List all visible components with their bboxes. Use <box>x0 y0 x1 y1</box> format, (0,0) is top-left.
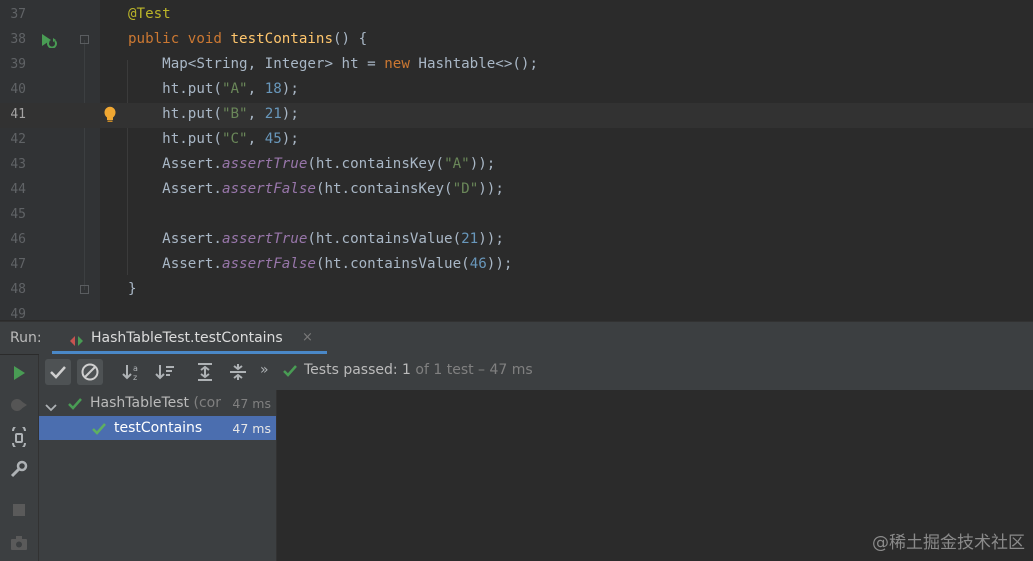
run-tab[interactable]: HashTableTest.testContains × <box>52 322 327 354</box>
code-text: ht.put("A", 18); <box>162 81 299 97</box>
line-number: 45 <box>10 207 26 222</box>
stop-icon[interactable] <box>9 500 29 520</box>
line-number: 37 <box>10 7 26 22</box>
check-icon <box>282 363 298 383</box>
line-number: 49 <box>10 307 26 320</box>
tree-row-testContains[interactable]: testContains 47 ms <box>39 416 276 440</box>
line-number: 47 <box>10 257 26 272</box>
code-text: @Test <box>128 6 171 22</box>
test-status: Tests passed: 1 of 1 test – 47 ms <box>304 362 533 378</box>
toggle-icon[interactable] <box>9 424 29 450</box>
more-button[interactable]: » <box>260 362 269 378</box>
duration: 47 ms <box>232 396 271 411</box>
code-text: Assert.assertFalse(ht.containsKey("D")); <box>162 181 504 197</box>
bulb-icon[interactable] <box>103 106 117 128</box>
fold-icon[interactable] <box>80 35 89 44</box>
code-text: Assert.assertTrue(ht.containsValue(21)); <box>162 231 504 247</box>
sort-alpha-icon[interactable]: az <box>119 359 145 385</box>
close-icon[interactable]: × <box>302 330 313 345</box>
chevron-down-icon[interactable] <box>45 398 57 417</box>
line-number: 44 <box>10 182 26 197</box>
test-results-tree: HashTableTest (cor 47 ms testContains 47… <box>39 390 277 561</box>
line-number: 39 <box>10 57 26 72</box>
collapse-all-icon[interactable] <box>225 359 251 385</box>
expand-all-icon[interactable] <box>192 359 218 385</box>
run-side-toolbar <box>0 355 39 561</box>
line-number: 48 <box>10 282 26 297</box>
code-line-48[interactable]: 48 } <box>0 278 1033 303</box>
tree-label: testContains <box>114 420 203 436</box>
svg-text:a: a <box>133 364 138 373</box>
test-config-icon <box>69 332 85 351</box>
code-text: public void testContains() { <box>128 31 368 47</box>
rerun-icon[interactable] <box>9 363 29 383</box>
code-line-39[interactable]: 39 Map<String, Integer> ht = new Hashtab… <box>0 53 1033 78</box>
show-passed-toggle[interactable] <box>45 359 71 385</box>
wrench-icon[interactable] <box>9 459 29 479</box>
line-number: 40 <box>10 82 26 97</box>
camera-icon[interactable] <box>9 533 29 553</box>
check-icon <box>50 366 66 379</box>
line-number: 41 <box>10 107 26 122</box>
code-line-46[interactable]: 46 Assert.assertTrue(ht.containsValue(21… <box>0 228 1033 253</box>
tree-label: HashTableTest (cor <box>90 395 221 411</box>
sort-duration-icon[interactable] <box>152 359 178 385</box>
code-line-38[interactable]: 38 public void testContains() { <box>0 28 1033 53</box>
run-gutter-icon[interactable] <box>40 32 58 52</box>
code-text: ht.put("C", 45); <box>162 131 299 147</box>
code-line-49[interactable]: 49 <box>0 303 1033 320</box>
tree-row-root[interactable]: HashTableTest (cor 47 ms <box>39 391 276 415</box>
code-text: } <box>128 281 137 297</box>
run-toolbar: az » Tests passed: 1 of 1 test – 47 ms <box>39 354 1033 391</box>
duration: 47 ms <box>232 421 271 436</box>
show-ignored-toggle[interactable] <box>77 359 103 385</box>
code-line-40[interactable]: 40 ht.put("A", 18); <box>0 78 1033 103</box>
code-editor[interactable]: 37 @Test 38 public void testContains() {… <box>0 0 1033 320</box>
rerun-failed-icon[interactable] <box>9 395 29 415</box>
run-tab-label: HashTableTest.testContains <box>91 330 283 346</box>
code-line-44[interactable]: 44 Assert.assertFalse(ht.containsKey("D"… <box>0 178 1033 203</box>
line-number: 38 <box>10 32 26 47</box>
svg-text:z: z <box>133 373 137 382</box>
code-text: Assert.assertTrue(ht.containsKey("A")); <box>162 156 496 172</box>
code-line-37[interactable]: 37 @Test <box>0 3 1033 28</box>
code-line-42[interactable]: 42 ht.put("C", 45); <box>0 128 1033 153</box>
fold-icon[interactable] <box>80 285 89 294</box>
check-icon <box>67 396 83 415</box>
code-line-45[interactable]: 45 <box>0 203 1033 228</box>
code-line-47[interactable]: 47 Assert.assertFalse(ht.containsValue(4… <box>0 253 1033 278</box>
line-number: 43 <box>10 157 26 172</box>
console-output[interactable]: @稀土掘金技术社区 <box>277 390 1033 561</box>
code-text: ht.put("B", 21); <box>162 106 299 122</box>
code-line-43[interactable]: 43 Assert.assertTrue(ht.containsKey("A")… <box>0 153 1033 178</box>
code-line-41-current[interactable]: 41 ht.put("B", 21); <box>0 103 1033 128</box>
line-number: 42 <box>10 132 26 147</box>
check-icon <box>91 421 107 440</box>
line-number: 46 <box>10 232 26 247</box>
run-tool-window-header: Run: HashTableTest.testContains × <box>0 321 1033 354</box>
code-text: Assert.assertFalse(ht.containsValue(46))… <box>162 256 513 272</box>
run-label: Run: <box>10 330 42 346</box>
watermark: @稀土掘金技术社区 <box>872 533 1025 553</box>
code-text: Map<String, Integer> ht = new Hashtable<… <box>162 56 539 72</box>
ignored-icon <box>81 363 99 381</box>
